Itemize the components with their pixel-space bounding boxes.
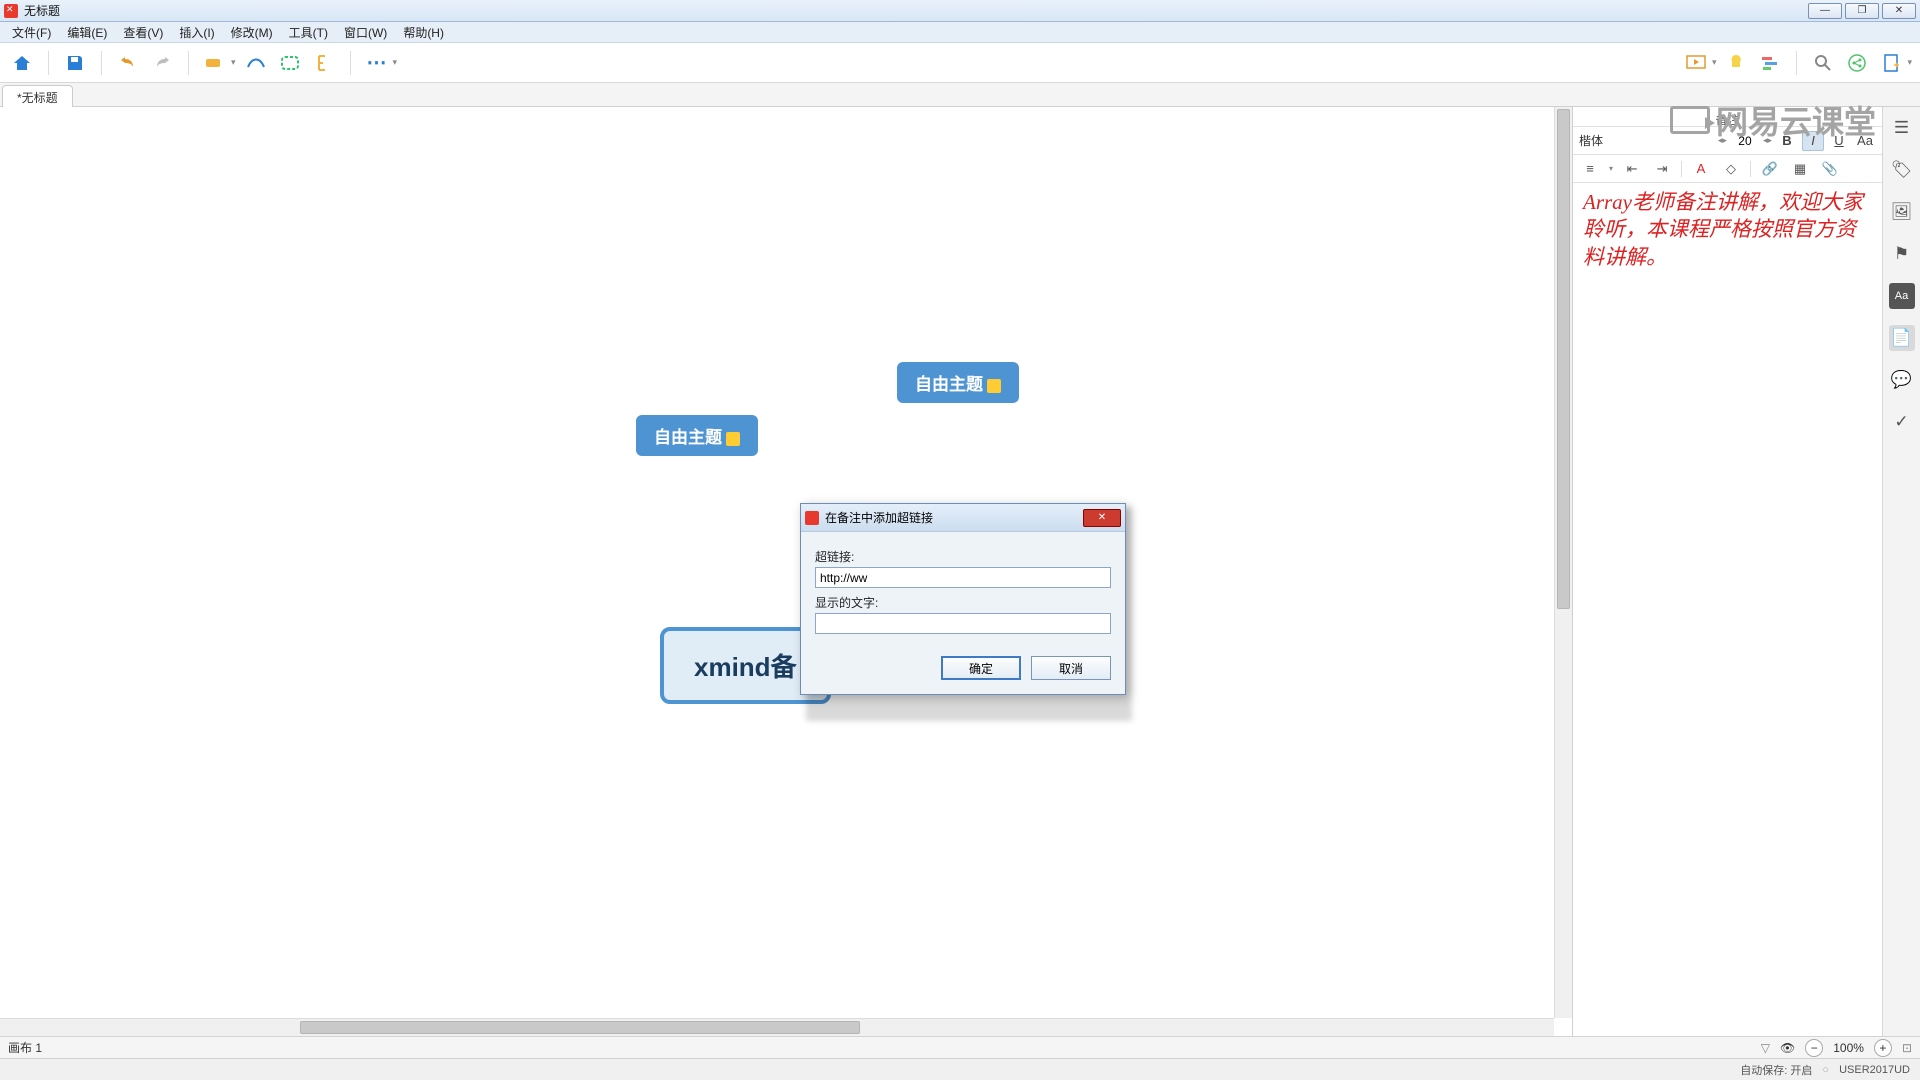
dropdown-icon[interactable]: ▾	[1907, 57, 1912, 68]
note-indicator-icon	[987, 379, 1001, 393]
dropdown-icon[interactable]: ▾	[393, 57, 398, 68]
display-text-label: 显示的文字:	[815, 594, 1111, 611]
dropdown-icon[interactable]: ▾	[231, 57, 236, 68]
relationship-icon[interactable]	[242, 49, 270, 77]
minimize-button[interactable]: —	[1808, 3, 1842, 19]
brainstorm-icon[interactable]	[1722, 49, 1750, 77]
menu-modify[interactable]: 修改(M)	[223, 22, 281, 43]
right-icon-rail: ☰ 🏷 🖼 ⚑ Aa 📄 💬 ✓	[1882, 107, 1920, 1036]
export-icon[interactable]	[1877, 49, 1905, 77]
app-icon	[805, 511, 819, 525]
search-icon[interactable]	[1809, 49, 1837, 77]
boundary-icon[interactable]	[276, 49, 304, 77]
topic-icon[interactable]	[201, 49, 229, 77]
main-toolbar: ▾ ⋯▾ ▾ ▾	[0, 43, 1920, 83]
canvas-area[interactable]: 自由主题 自由主题 xmind备 在备注中添加超链接 ✕ 超链接: 显示的文字:…	[0, 107, 1572, 1036]
node-label: 自由主题	[654, 428, 722, 447]
text-style-icon[interactable]: Aa	[1889, 283, 1915, 309]
cancel-button[interactable]: 取消	[1031, 656, 1111, 680]
menu-view[interactable]: 查看(V)	[115, 22, 171, 43]
eye-icon[interactable]: 👁	[1780, 1041, 1795, 1055]
undo-icon[interactable]	[114, 49, 142, 77]
menu-edit[interactable]: 编辑(E)	[59, 22, 115, 43]
font-color-button[interactable]: A	[1690, 159, 1712, 179]
image-button[interactable]: ▦	[1789, 159, 1811, 179]
outline-icon[interactable]: ☰	[1889, 115, 1915, 141]
free-topic-node[interactable]: 自由主题	[897, 362, 1019, 403]
watermark: 网易云课堂	[1670, 97, 1876, 143]
autosave-status: 自动保存: 开启	[1740, 1062, 1812, 1078]
window-titlebar: 无标题 — ❐ ✕	[0, 0, 1920, 22]
comments-icon[interactable]: 💬	[1889, 367, 1915, 393]
filter-icon[interactable]: ▽	[1761, 1041, 1770, 1055]
menu-help[interactable]: 帮助(H)	[395, 22, 452, 43]
vertical-scrollbar[interactable]	[1554, 107, 1572, 1018]
ok-button[interactable]: 确定	[941, 656, 1021, 680]
document-tab[interactable]: *无标题	[2, 85, 73, 107]
hyperlink-dialog: 在备注中添加超链接 ✕ 超链接: 显示的文字: 确定 取消	[800, 503, 1126, 695]
node-label: 自由主题	[915, 375, 983, 394]
indent-button[interactable]: ⇥	[1651, 159, 1673, 179]
app-icon	[4, 4, 18, 18]
notes-content[interactable]: Array老师备注讲解，欢迎大家聆听，本课程严格按照官方资料讲解。	[1573, 183, 1882, 1036]
highlight-button[interactable]: ◇	[1720, 159, 1742, 179]
zoom-level: 100%	[1833, 1041, 1864, 1055]
maximize-button[interactable]: ❐	[1845, 3, 1879, 19]
flag-icon[interactable]: ⚑	[1889, 241, 1915, 267]
summary-icon[interactable]	[310, 49, 338, 77]
dropdown-icon[interactable]: ▾	[1712, 57, 1717, 68]
image-icon[interactable]: 🖼	[1889, 199, 1915, 225]
link-button[interactable]: 🔗	[1759, 159, 1781, 179]
note-indicator-icon	[726, 432, 740, 446]
window-title: 无标题	[24, 2, 1805, 19]
marker-icon[interactable]: 🏷	[1889, 157, 1915, 183]
menu-insert[interactable]: 插入(I)	[171, 22, 222, 43]
home-icon[interactable]	[8, 49, 36, 77]
canvas-tab[interactable]: 画布 1	[8, 1039, 42, 1056]
menu-file[interactable]: 文件(F)	[4, 22, 59, 43]
menu-tools[interactable]: 工具(T)	[281, 22, 336, 43]
notes-format-row2: ≡▾ ⇤ ⇥ A ◇ 🔗 ▦ 📎	[1573, 155, 1882, 183]
horizontal-scrollbar[interactable]	[0, 1018, 1554, 1036]
task-icon[interactable]: ✓	[1889, 409, 1915, 435]
notes-panel: 网易云课堂 备注 楷体 ◂▸ 20 ◂▸ B I U Aa ≡▾ ⇤ ⇥ A ◇…	[1572, 107, 1882, 1036]
share-icon[interactable]	[1843, 49, 1871, 77]
dialog-titlebar[interactable]: 在备注中添加超链接 ✕	[801, 504, 1125, 532]
display-text-input[interactable]	[815, 613, 1111, 634]
url-input[interactable]	[815, 567, 1111, 588]
url-label: 超链接:	[815, 548, 1111, 565]
free-topic-node[interactable]: 自由主题	[636, 415, 758, 456]
canvas-tab-bar: 画布 1 ▽ 👁 − 100% + ⊡	[0, 1036, 1920, 1058]
menu-bar: 文件(F) 编辑(E) 查看(V) 插入(I) 修改(M) 工具(T) 窗口(W…	[0, 22, 1920, 43]
redo-icon[interactable]	[148, 49, 176, 77]
outdent-button[interactable]: ⇤	[1621, 159, 1643, 179]
close-button[interactable]: ✕	[1882, 3, 1916, 19]
more-icon[interactable]: ⋯	[363, 49, 391, 77]
align-button[interactable]: ≡	[1579, 159, 1601, 179]
user-status: USER2017UD	[1839, 1064, 1910, 1076]
zoom-out-button[interactable]: −	[1805, 1039, 1823, 1057]
dialog-close-button[interactable]: ✕	[1083, 509, 1121, 527]
status-bar: 自动保存: 开启 ○ USER2017UD	[0, 1058, 1920, 1080]
save-icon[interactable]	[61, 49, 89, 77]
menu-window[interactable]: 窗口(W)	[336, 22, 395, 43]
fit-icon[interactable]: ⊡	[1902, 1041, 1912, 1055]
notes-icon[interactable]: 📄	[1889, 325, 1915, 351]
attachment-button[interactable]: 📎	[1819, 159, 1841, 179]
gantt-icon[interactable]	[1756, 49, 1784, 77]
present-icon[interactable]	[1682, 49, 1710, 77]
document-tabstrip: *无标题	[0, 83, 1920, 107]
zoom-in-button[interactable]: +	[1874, 1039, 1892, 1057]
dialog-title: 在备注中添加超链接	[825, 509, 1083, 526]
